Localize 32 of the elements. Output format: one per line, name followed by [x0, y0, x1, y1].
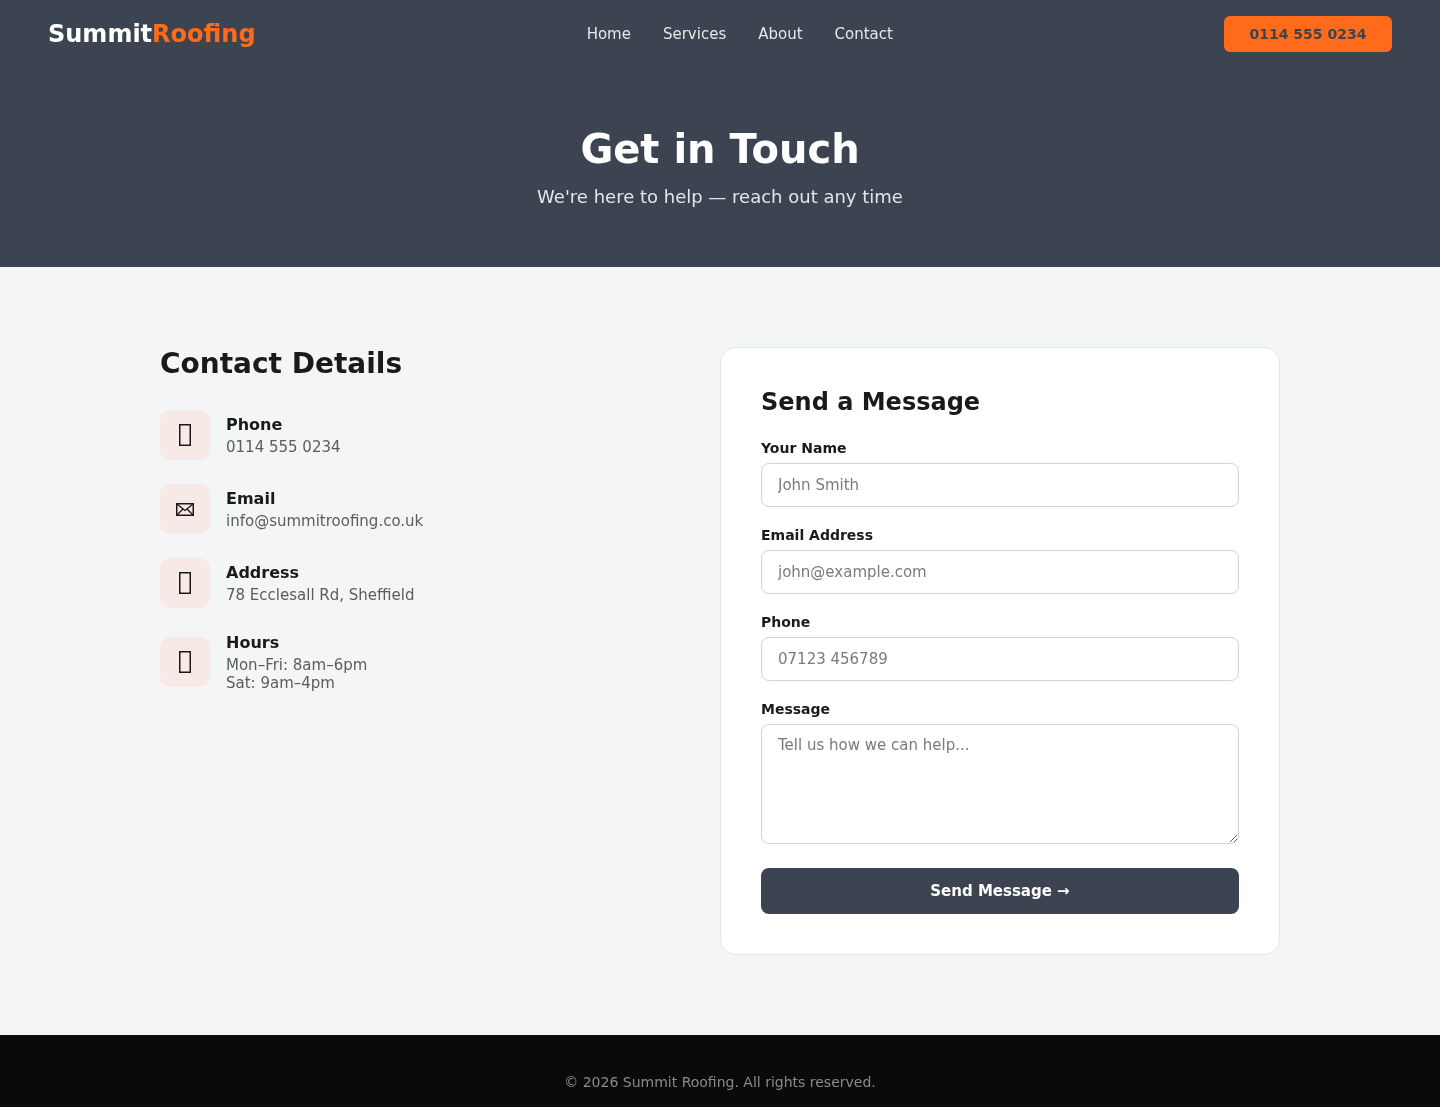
field-label: Your Name	[761, 440, 847, 457]
contact-label: Hours	[226, 632, 280, 654]
hero-title: Get in Touch	[580, 125, 860, 174]
hero-subtitle: We're here to help — reach out any time	[537, 185, 903, 209]
missing-glyph-icon	[160, 410, 210, 460]
field-label: Email Address	[761, 527, 873, 544]
field-label: Message	[761, 701, 831, 718]
nav-link[interactable]: Services	[662, 24, 727, 44]
input-field[interactable]: 07123 456789	[761, 637, 1239, 681]
send-message-button[interactable]: Send Message →	[761, 868, 1239, 914]
envelope-icon	[160, 484, 210, 534]
contact-value: Mon–Fri: 8am–6pm	[226, 656, 368, 674]
nav-link[interactable]: About	[758, 24, 803, 44]
copyright-text: © 2026 Summit Roofing. All rights reserved.	[564, 1074, 876, 1091]
form-title: Send a Message	[761, 388, 981, 417]
contact-label: Address	[226, 562, 300, 584]
input-field[interactable]: John Smith	[761, 463, 1239, 507]
nav-link[interactable]: Contact	[834, 24, 893, 44]
contact-label: Email	[226, 488, 276, 510]
message-field[interactable]: Tell us how we can help...	[761, 724, 1239, 844]
contact-value: 78 Ecclesall Rd, Sheffield	[226, 586, 415, 604]
missing-glyph-icon	[160, 637, 210, 687]
contact-value: 0114 555 0234	[226, 438, 341, 456]
contact-label: Phone	[226, 414, 283, 436]
section-heading: Contact Details	[160, 347, 404, 381]
nav-link[interactable]: Home	[586, 24, 631, 44]
contact-value: Sat: 9am–4pm	[226, 674, 335, 692]
field-label: Phone	[761, 614, 811, 631]
contact-value: info@summitroofing.co.uk	[226, 512, 424, 530]
logo[interactable]: SummitRoofing	[48, 19, 256, 49]
input-field[interactable]: john@example.com	[761, 550, 1239, 594]
missing-glyph-icon	[160, 558, 210, 608]
